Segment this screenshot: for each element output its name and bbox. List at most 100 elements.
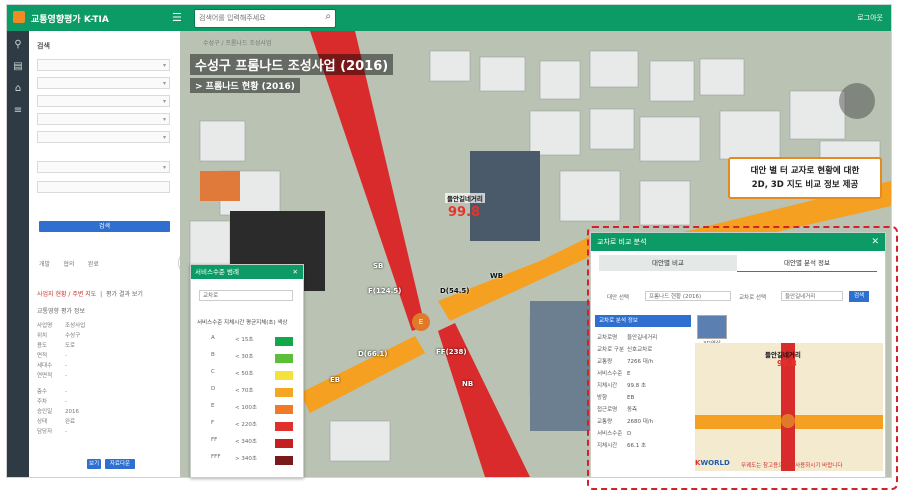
info-value: -	[65, 389, 67, 395]
callout-line: 2D, 3D 지도 비교 정보 제공	[751, 180, 859, 190]
road-label: NB	[462, 380, 474, 388]
info-row: 연면적 -	[37, 371, 67, 379]
app-logo	[13, 11, 25, 23]
district-select[interactable]: ▾	[37, 77, 170, 89]
map-subtitle: > 프롬나드 현황 (2016)	[190, 78, 300, 93]
info-value: -	[65, 429, 67, 435]
keyword-field[interactable]	[37, 181, 170, 193]
type-select[interactable]: ▾	[37, 113, 170, 125]
info-row: 층수 -	[37, 387, 67, 395]
status-select[interactable]: ▾	[37, 161, 170, 173]
info-key: 위치	[37, 333, 48, 339]
top-bar: 교통영향평가 K-TIA ☰ ⌕ 로그아웃	[7, 5, 891, 31]
legend-swatch	[275, 405, 293, 414]
info-key: 승인일	[37, 409, 53, 415]
service-level-popup: 서비스수준 범례 ✕ 교차로 서비스수준 지체시간 평균지체(초) 색상 A < …	[190, 264, 304, 478]
info-value: -	[65, 373, 67, 379]
legend-swatch	[275, 439, 293, 448]
legend-row: FF < 340초	[197, 437, 297, 451]
list-icon[interactable]: ≡	[12, 105, 24, 117]
legend-row: D < 70초	[197, 386, 297, 400]
info-key: 사업명	[37, 323, 53, 329]
search-icon[interactable]: ⚲	[12, 39, 24, 51]
search-button[interactable]: 검색	[39, 221, 170, 232]
store-label: 들안길네거리	[445, 193, 485, 203]
icon-rail: ⚲ ▤ ⌂ ≡	[7, 31, 29, 477]
region-select[interactable]: ▾	[37, 59, 170, 71]
info-key: 용도	[37, 343, 48, 349]
tab-site-map[interactable]: 사업지 현황 / 주변 지도	[37, 291, 96, 298]
search-input[interactable]	[195, 10, 321, 25]
road-label: FF(238)	[436, 348, 467, 356]
legend-swatch	[275, 354, 293, 363]
info-value: 도로	[65, 343, 76, 349]
info-row: 면적 -	[37, 351, 67, 359]
info-value: -	[65, 363, 67, 369]
info-key: 세대수	[37, 363, 53, 369]
delay-value: 99.8	[448, 205, 481, 220]
info-row: 위치 수성구	[37, 331, 80, 339]
radio-label[interactable]: 완료	[88, 261, 99, 268]
legend-range: < 50초	[235, 371, 254, 377]
road-label: D(54.5)	[440, 287, 470, 295]
legend-swatch	[275, 371, 293, 380]
global-search[interactable]: ⌕	[194, 9, 336, 28]
info-row: 상태 완료	[37, 417, 75, 425]
legend-range: < 100초	[235, 405, 257, 411]
map-title: 수성구 프롬나드 조성사업 (2016)	[190, 54, 394, 75]
legend-range: < 70초	[235, 388, 254, 394]
download-button[interactable]: 자료다운	[105, 459, 135, 469]
road-label: SB	[373, 262, 384, 270]
panel-title: 검색	[37, 42, 50, 50]
info-value: -	[65, 353, 67, 359]
search-panel: 검색 ▾ ▾ ▾ ▾ ▾ ▾ 검색 개발 협의 완료 사업지 현황 / 주변 지…	[29, 31, 202, 477]
breadcrumb: 수성구 / 프롬나드 조성사업	[203, 40, 272, 47]
legend-range: < 340초	[235, 439, 257, 445]
tab-evaluation[interactable]: 평가 결과 보기	[106, 291, 143, 298]
status-radios[interactable]: 개발 협의 완료	[39, 259, 99, 268]
legend-row: B < 30초	[197, 352, 297, 366]
hamburger-menu-icon[interactable]: ☰	[172, 11, 182, 24]
close-icon[interactable]: ✕	[293, 265, 298, 279]
info-value: -	[65, 399, 67, 405]
highlight-frame	[587, 226, 898, 490]
info-row: 승인일 2016	[37, 407, 79, 415]
view-button[interactable]: 보기	[87, 459, 101, 469]
logout-link[interactable]: 로그아웃	[857, 13, 883, 23]
info-key: 담당자	[37, 429, 53, 435]
year-select[interactable]: ▾	[37, 131, 170, 143]
radio-label[interactable]: 협의	[63, 261, 74, 268]
category-select[interactable]: ▾	[37, 95, 170, 107]
search-icon[interactable]: ⌕	[325, 11, 331, 22]
intersection-marker[interactable]: E	[412, 313, 430, 331]
info-row: 세대수 -	[37, 361, 67, 369]
building-icon[interactable]: ⌂	[12, 83, 24, 95]
info-value: 조성사업	[65, 323, 86, 329]
legend-range: < 15초	[235, 337, 254, 343]
road-label: D(66.1)	[358, 350, 388, 358]
radio-label[interactable]: 개발	[39, 261, 50, 268]
popup-title: 서비스수준 범례	[195, 268, 239, 276]
info-value: 완료	[65, 419, 76, 425]
compass-control[interactable]	[839, 83, 875, 119]
info-row: 용도 도로	[37, 341, 75, 349]
legend-row: A < 15초	[197, 335, 297, 349]
info-row: 주차 -	[37, 397, 67, 405]
legend-grade: F	[211, 420, 215, 426]
info-key: 주차	[37, 399, 48, 405]
road-label: F(124.5)	[368, 287, 402, 295]
document-icon[interactable]: ▤	[12, 61, 24, 73]
orange-building	[200, 171, 240, 201]
legend-grade: E	[211, 403, 215, 409]
legend-swatch	[275, 337, 293, 346]
intersection-type-select[interactable]: 교차로	[199, 290, 293, 301]
info-key: 연면적	[37, 373, 53, 379]
legend-grade: FF	[211, 437, 218, 443]
legend-row: E < 100초	[197, 403, 297, 417]
legend-row: FFF > 340초	[197, 454, 297, 468]
info-value: 수성구	[65, 333, 81, 339]
legend-row: C < 50초	[197, 369, 297, 383]
legend-grade: D	[211, 386, 216, 392]
info-row: 담당자 -	[37, 427, 67, 435]
legend-header: 서비스수준 지체시간 평균지체(초) 색상	[197, 320, 288, 326]
